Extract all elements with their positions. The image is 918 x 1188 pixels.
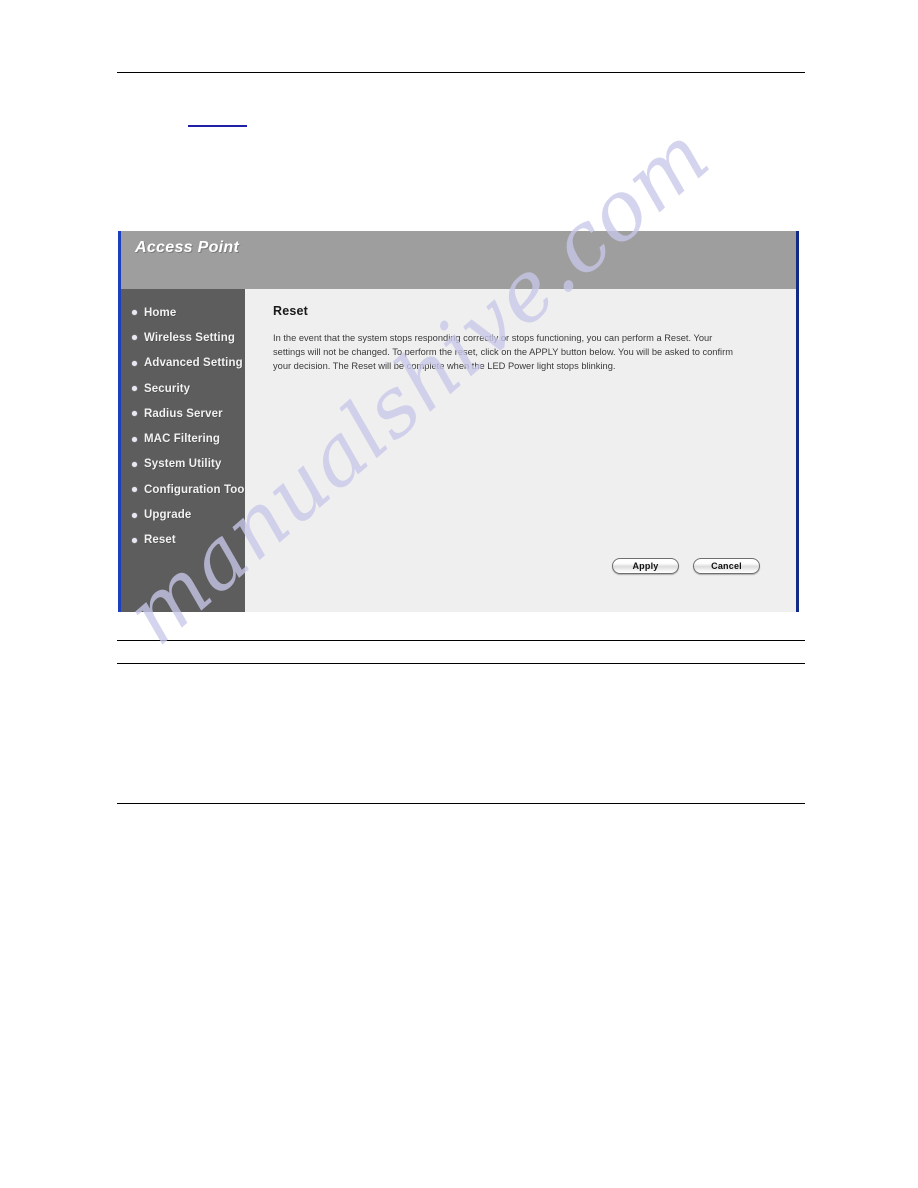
action-button-row: Apply Cancel: [612, 558, 760, 574]
page-rule-middle-upper: [117, 640, 805, 641]
sidebar-item-home[interactable]: Home: [121, 300, 245, 325]
sidebar-item-label: Configuration Tool: [144, 483, 248, 496]
bullet-icon: [132, 386, 137, 392]
bullet-icon: [132, 335, 137, 341]
cancel-button[interactable]: Cancel: [693, 558, 760, 574]
blue-heading-underline: [188, 125, 247, 127]
sidebar-item-label: Security: [144, 382, 191, 395]
sidebar-item-upgrade[interactable]: Upgrade: [121, 502, 245, 527]
sidebar-item-label: System Utility: [144, 458, 222, 471]
access-point-body: Home Wireless Setting Advanced Setting S…: [121, 289, 796, 612]
sidebar-item-label: Home: [144, 306, 177, 319]
sidebar-item-label: MAC Filtering: [144, 433, 221, 446]
apply-button[interactable]: Apply: [612, 558, 679, 574]
sidebar-item-radius-server[interactable]: Radius Server: [121, 401, 245, 426]
page-title: Access Point: [135, 239, 240, 256]
bullet-icon: [132, 537, 137, 543]
sidebar-item-label: Reset: [144, 534, 176, 547]
bullet-icon: [132, 461, 137, 467]
page-rule-top: [117, 72, 805, 73]
access-point-panel: Access Point Home Wireless Setting Advan…: [118, 231, 799, 612]
sidebar-item-wireless-setting[interactable]: Wireless Setting: [121, 325, 245, 350]
sidebar-item-label: Wireless Setting: [144, 331, 235, 344]
bullet-icon: [132, 360, 137, 366]
sidebar-item-label: Upgrade: [144, 509, 192, 522]
sidebar-item-label: Advanced Setting: [144, 357, 243, 370]
bullet-icon: [132, 411, 137, 417]
sidebar-item-mac-filtering[interactable]: MAC Filtering: [121, 426, 245, 451]
bullet-icon: [132, 487, 137, 493]
bullet-icon: [132, 310, 137, 316]
sidebar-item-reset[interactable]: Reset: [121, 528, 245, 553]
bullet-icon: [132, 436, 137, 442]
page-rule-bottom: [117, 803, 805, 804]
sidebar-item-system-utility[interactable]: System Utility: [121, 452, 245, 477]
content-description: In the event that the system stops respo…: [273, 333, 733, 371]
content-heading: Reset: [273, 304, 309, 318]
content-pane: Reset In the event that the system stops…: [245, 289, 796, 612]
sidebar-item-label: Radius Server: [144, 407, 223, 420]
sidebar-item-advanced-setting[interactable]: Advanced Setting: [121, 351, 245, 376]
sidebar-item-configuration-tool[interactable]: Configuration Tool: [121, 477, 248, 502]
access-point-header: Access Point: [121, 231, 796, 289]
sidebar-item-security[interactable]: Security: [121, 376, 245, 401]
sidebar-navigation: Home Wireless Setting Advanced Setting S…: [121, 289, 248, 612]
page-rule-middle-lower: [117, 663, 805, 664]
bullet-icon: [132, 512, 137, 518]
